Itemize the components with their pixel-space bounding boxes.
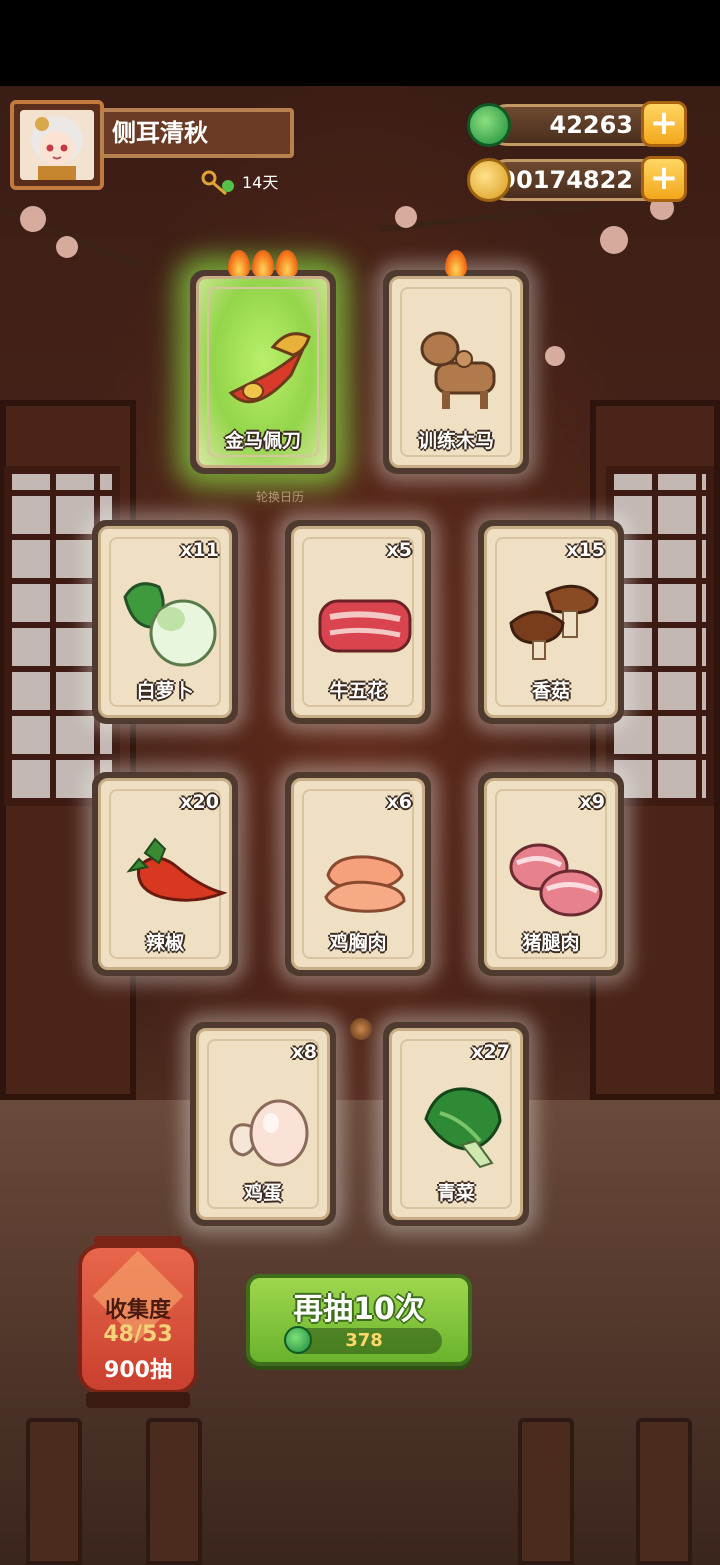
card-label: 香菇 xyxy=(531,680,570,702)
rail-left-2 xyxy=(146,1418,202,1565)
card-label: 白萝卜 xyxy=(136,680,194,702)
flame-icon xyxy=(252,250,274,278)
egg-icon xyxy=(229,1099,309,1167)
beef-belly-icon xyxy=(318,599,412,653)
draw-button-label: 再抽10次 xyxy=(293,1292,425,1327)
card-face: x8 鸡蛋 xyxy=(196,1028,330,1220)
card-face: x6 鸡胸肉 xyxy=(291,778,425,970)
white-radish-icon xyxy=(123,582,217,667)
draw-again-button[interactable]: 再抽10次 378 xyxy=(246,1274,472,1366)
rail-right-1 xyxy=(518,1418,574,1565)
add-coins-button[interactable]: + xyxy=(641,156,687,202)
lantern-base xyxy=(86,1392,190,1408)
coin-amount: 90174822 xyxy=(499,166,633,194)
card-face: x15 香菇 xyxy=(484,526,618,718)
card-pork-leg[interactable]: x9 猪腿肉 xyxy=(478,772,624,976)
sabre-icon xyxy=(228,332,311,404)
card-white-radish[interactable]: x11 白萝卜 xyxy=(92,520,238,724)
jade-icon xyxy=(467,103,511,147)
collection-draws: 900抽 xyxy=(104,1358,172,1383)
coin-currency: 90174822 + xyxy=(467,156,687,202)
card-chili-pepper[interactable]: x20 辣椒 xyxy=(92,772,238,976)
jade-currency: 42263 + xyxy=(467,101,687,147)
mushroom-icon xyxy=(509,584,599,660)
collection-progress: 48/53 xyxy=(103,1322,173,1347)
wooden-horse-icon xyxy=(420,331,496,409)
card-label: 辣椒 xyxy=(145,932,184,954)
blossom xyxy=(20,206,46,232)
add-jade-button[interactable]: + xyxy=(641,101,687,147)
card-label: 鸡胸肉 xyxy=(329,932,387,954)
card-label: 训练木马 xyxy=(417,430,494,452)
chicken-breast-icon xyxy=(324,855,406,913)
card-face: x27 青菜 xyxy=(389,1028,523,1220)
collection-lantern[interactable]: 收集度 48/53 900抽 xyxy=(78,1236,198,1408)
card-shiitake[interactable]: x15 香菇 xyxy=(478,520,624,724)
days-indicator: 14天 xyxy=(200,168,290,198)
key-icon xyxy=(201,170,234,196)
card-face: x9 猪腿肉 xyxy=(484,778,618,970)
card-label: 猪腿肉 xyxy=(522,932,580,954)
blossom xyxy=(600,226,628,254)
card-face: x20 辣椒 xyxy=(98,778,232,970)
card-face: x11 白萝卜 xyxy=(98,526,232,718)
rotation-calendar-caption: 轮换日历 xyxy=(255,490,304,504)
coin-icon xyxy=(467,158,511,202)
card-label: 青菜 xyxy=(436,1182,475,1204)
card-training-wooden-horse[interactable]: 训练木马 xyxy=(383,250,529,474)
pork-leg-icon xyxy=(509,843,603,917)
days-label: 14天 xyxy=(242,173,279,192)
player-name: 侧耳清秋 xyxy=(100,108,294,158)
rail-right-2 xyxy=(636,1418,692,1565)
flame-icon xyxy=(228,250,250,278)
card-golden-horse-sabre[interactable]: 金马佩刀 xyxy=(190,250,336,474)
blossom xyxy=(395,206,417,228)
card-pork-belly[interactable]: x5 牛五花 xyxy=(285,520,431,724)
flame-icon xyxy=(276,250,298,278)
card-face: x5 牛五花 xyxy=(291,526,425,718)
blossom xyxy=(56,236,78,258)
card-egg[interactable]: x8 鸡蛋 xyxy=(190,1022,336,1226)
draw-cost-value: 378 xyxy=(345,1330,383,1351)
jade-icon xyxy=(284,1326,312,1354)
flame-icon xyxy=(445,250,467,278)
blossom xyxy=(545,346,565,366)
collection-title: 收集度 xyxy=(104,1298,171,1323)
bok-choy-icon xyxy=(424,1087,502,1169)
jade-amount: 42263 xyxy=(549,111,634,139)
card-chicken-breast[interactable]: x6 鸡胸肉 xyxy=(285,772,431,976)
draw-cost: 378 xyxy=(284,1326,442,1354)
card-face: 训练木马 xyxy=(389,276,523,468)
card-bok-choy[interactable]: x27 青菜 xyxy=(383,1022,529,1226)
chili-pepper-icon xyxy=(126,837,227,902)
avatar-portrait xyxy=(20,110,94,180)
card-face: 金马佩刀 xyxy=(196,276,330,468)
status-bar xyxy=(0,0,720,86)
player-avatar[interactable] xyxy=(10,100,104,190)
card-label: 牛五花 xyxy=(329,680,387,702)
card-label: 金马佩刀 xyxy=(224,430,301,452)
card-label: 鸡蛋 xyxy=(243,1182,282,1204)
rail-left-1 xyxy=(26,1418,82,1565)
sparkle-icon xyxy=(350,1018,372,1040)
